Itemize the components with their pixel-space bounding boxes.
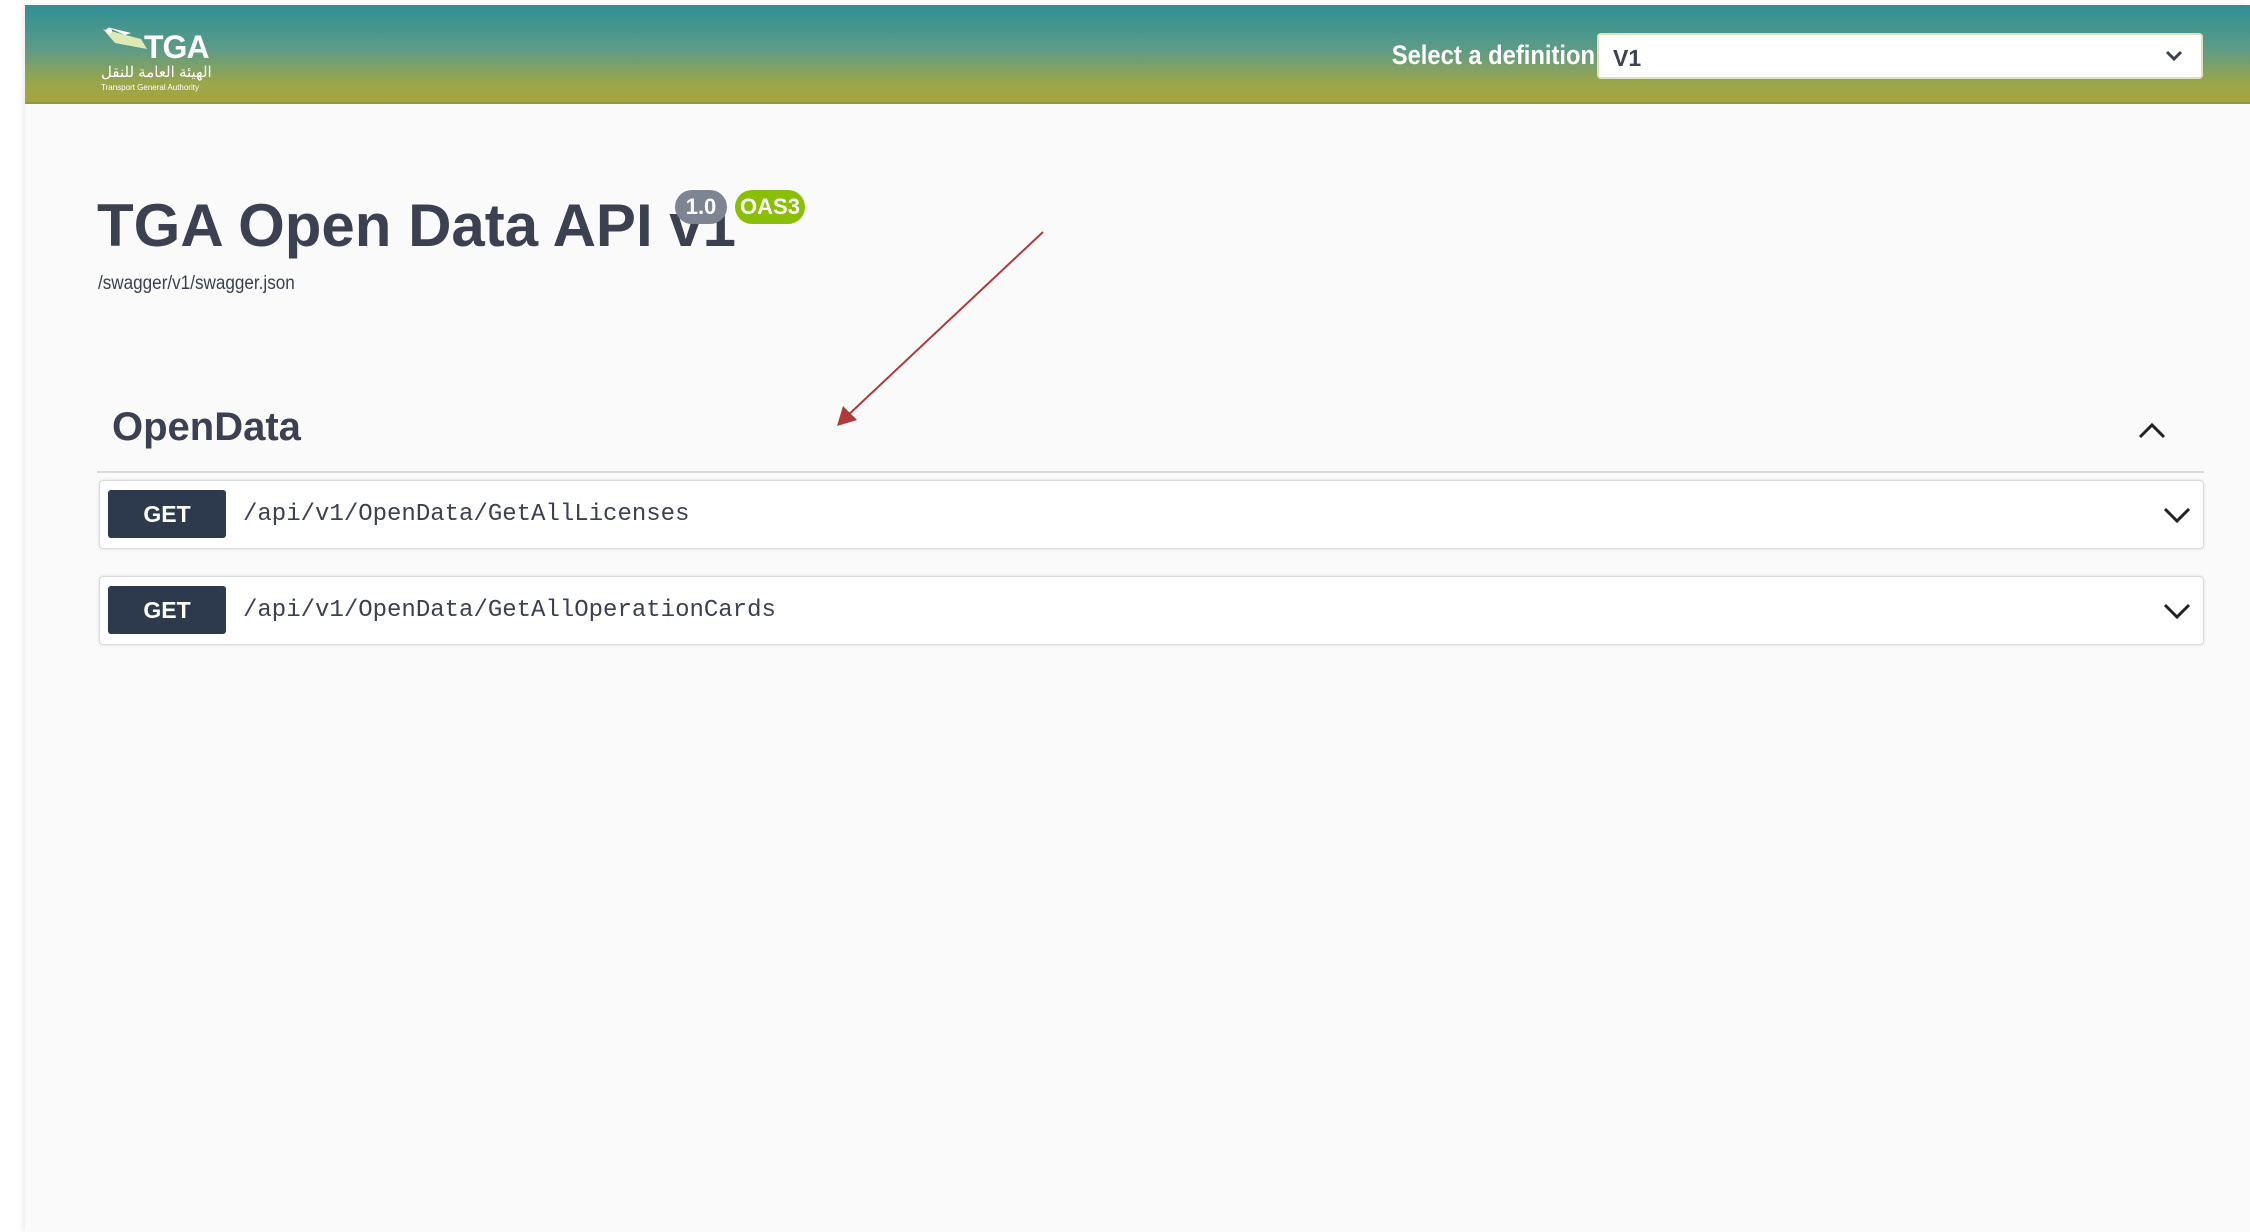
spec-url-link[interactable]: /swagger/v1/swagger.json: [98, 273, 295, 295]
operation-row[interactable]: GET /api/v1/OpenData/GetAllOperationCard…: [99, 576, 2204, 645]
logo-arabic-text: الهيئة العامة للنقل: [101, 64, 212, 81]
page-title: TGA Open Data API v1: [97, 192, 737, 259]
definition-select-value: V1: [1613, 45, 1642, 71]
chevron-down-icon[interactable]: [2159, 497, 2195, 533]
tga-logo[interactable]: TGA الهيئة العامة للنقل Transport Genera…: [97, 17, 212, 92]
logo-mark-icon: [103, 27, 147, 49]
version-badge: 1.0: [675, 190, 727, 224]
operation-path: /api/v1/OpenData/GetAllOperationCards: [243, 597, 776, 624]
operation-row[interactable]: GET /api/v1/OpenData/GetAllLicenses: [99, 480, 2204, 549]
swagger-page: TGA الهيئة العامة للنقل Transport Genera…: [25, 5, 2250, 1232]
tag-name: OpenData: [112, 405, 301, 449]
logo-title: TGA: [144, 29, 210, 65]
method-badge: GET: [108, 490, 226, 538]
chevron-up-icon[interactable]: [2134, 413, 2170, 449]
oas-badge: OAS3: [735, 190, 805, 224]
chevron-down-icon[interactable]: [2159, 593, 2195, 629]
top-bar: TGA الهيئة العامة للنقل Transport Genera…: [25, 5, 2250, 104]
chevron-down-icon: [2165, 50, 2183, 62]
operation-path: /api/v1/OpenData/GetAllLicenses: [243, 501, 690, 528]
method-badge: GET: [108, 586, 226, 634]
definition-label: Select a definition: [1391, 40, 1595, 70]
tag-header-opendata[interactable]: OpenData: [97, 395, 2204, 473]
logo-english-text: Transport General Authority: [101, 83, 199, 92]
definition-select[interactable]: V1: [1597, 33, 2203, 79]
